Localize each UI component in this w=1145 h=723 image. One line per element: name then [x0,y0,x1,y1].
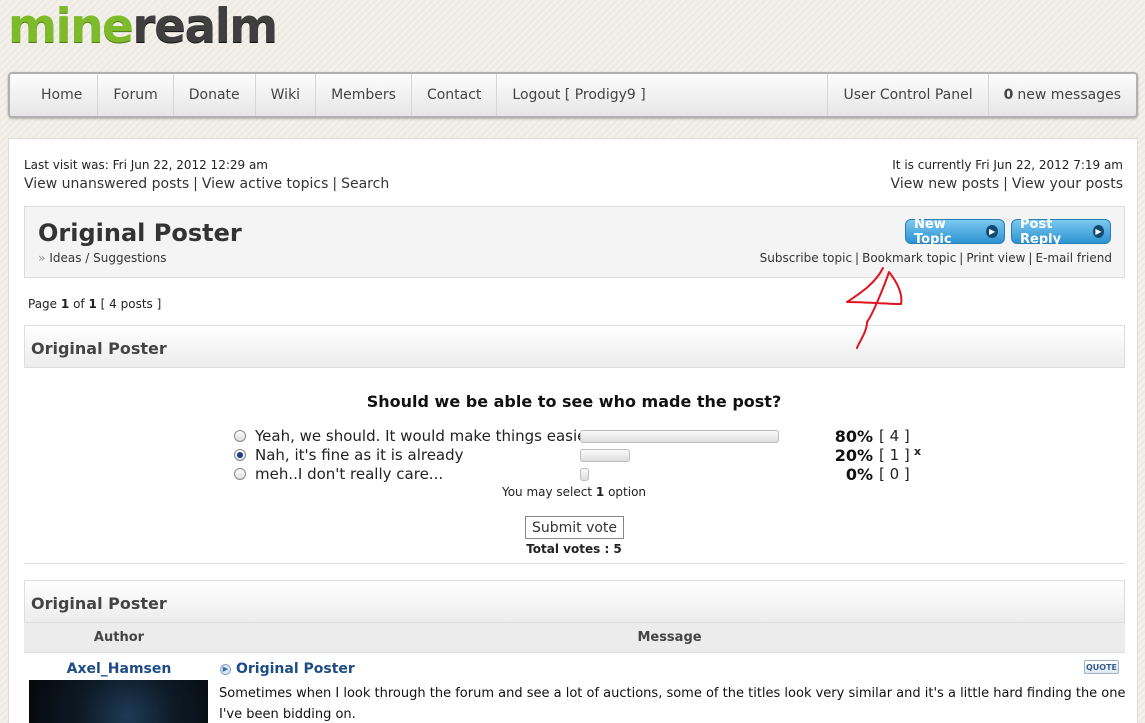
nav-contact[interactable]: Contact [412,74,498,116]
author-column-header: Author [93,630,145,645]
poll-option-1-radio[interactable] [234,430,246,442]
posts-section-header: Original Poster [24,580,1125,623]
breadcrumb: » Ideas / Suggestions [38,251,167,265]
select-hint-suffix: option [608,485,647,499]
post-author-name[interactable]: Axel_Hamsen [24,661,214,677]
view-new-posts-link[interactable]: View new posts [891,176,1000,192]
quick-links-left: View unanswered posts | View active topics… [24,176,390,192]
arrow-right-icon: ▶ [1092,225,1104,238]
nav-forum[interactable]: Forum [98,74,174,116]
last-visit-text: Last visit was: Fri Jun 22, 2012 12:29 a… [24,158,268,172]
new-topic-button[interactable]: New Topic ▶ [905,216,1005,247]
select-hint-count: 1 [595,485,605,499]
nav-wiki[interactable]: Wiki [256,74,317,116]
posts-table-header: Author Message [24,623,1125,653]
page-of: of [73,297,85,311]
post-body: Sometimes when I look through the forum … [219,686,1126,722]
poll-option-3-percent: 0% [845,465,873,484]
avatar [29,680,208,723]
breadcrumb-forum-link[interactable]: Ideas / Suggestions [49,251,166,265]
view-your-posts-link[interactable]: View your posts [1012,176,1123,192]
poll-select-hint: You may select 1 option [9,485,1139,499]
breadcrumb-separator-icon: » [38,251,46,265]
nav-user-control-panel[interactable]: User Control Panel [827,74,987,116]
post-title[interactable]: ▶ Original Poster [220,661,355,677]
post-icon: ▶ [220,663,231,675]
subscribe-topic-link[interactable]: Subscribe topic [760,251,852,265]
print-view-link[interactable]: Print view [966,251,1025,265]
poll-question: Should we be able to see who made the po… [366,392,782,411]
posts-section-title: Original Poster [31,594,167,613]
poll-option-2-bar [580,449,630,462]
poll-option-3-label: meh..I don't really care... [255,465,444,483]
logo-realm-text: realm [132,0,278,54]
nav-donate[interactable]: Donate [174,74,256,116]
submit-vote-button[interactable]: Submit vote [525,516,624,539]
nav-logout[interactable]: Logout [ Prodigy9 ] [497,74,660,116]
poll-option-1: Yeah, we should. It would make things ea… [234,427,934,446]
poll-option-2: Nah, it's fine as it is already 20% [ 1 … [234,445,934,465]
main-navbar: Home Forum Donate Wiki Members Contact L… [8,72,1138,118]
nav-members[interactable]: Members [316,74,412,116]
post-reply-button[interactable]: Post Reply ▶ [1011,216,1111,247]
main-panel: Last visit was: Fri Jun 22, 2012 12:29 a… [8,138,1138,723]
poll-option-2-count: [ 1 ] [879,446,910,464]
total-votes: Total votes : 5 [526,542,622,556]
nav-left-group: Home Forum Donate Wiki Members Contact L… [10,74,661,116]
quick-links-right: View new posts | View your posts [890,176,1123,192]
poll-section-header: Original Poster [24,325,1125,368]
poll-option-1-bar [580,430,779,443]
page-current: 1 [60,297,70,311]
quote-button[interactable]: QUOTE [1084,660,1119,674]
search-link[interactable]: Search [341,176,389,192]
voted-marker-icon: x [914,445,922,458]
divider [24,563,1125,564]
page-total: 1 [88,297,97,311]
poll-option-1-label: Yeah, we should. It would make things ea… [255,427,593,445]
poll-option-2-label: Nah, it's fine as it is already [255,446,464,464]
post-reply-label: Post Reply [1020,216,1062,247]
view-unanswered-link[interactable]: View unanswered posts [24,176,189,192]
poll-option-3-count: [ 0 ] [879,465,910,483]
nav-home[interactable]: Home [10,74,99,116]
topic-title[interactable]: Original Poster [38,219,242,247]
current-time-text: It is currently Fri Jun 22, 2012 7:19 am [892,158,1123,172]
poll-option-1-count: [ 4 ] [879,427,910,445]
messages-label: new messages [1017,87,1121,103]
view-active-link[interactable]: View active topics [202,176,329,192]
hand-drawn-arrow-annotation [846,267,903,349]
nav-new-messages[interactable]: 0 new messages [987,74,1136,116]
topic-actions: Subscribe topic | Bookmark topic | Print vie… [759,251,1112,265]
post-count: [ 4 posts ] [100,297,162,311]
logo-mine-text: mine [8,0,134,54]
nav-right-group: User Control Panel 0 new messages [827,74,1136,116]
page-prefix: Page [28,297,58,311]
poll-option-3: meh..I don't really care... 0% [ 0 ] [234,465,934,484]
topic-header: Original Poster » Ideas / Suggestions New… [24,206,1125,278]
poll-option-3-bar [580,468,589,481]
bookmark-topic-link[interactable]: Bookmark topic [862,251,956,265]
poll-section-title: Original Poster [31,339,167,358]
poll-option-2-radio[interactable] [234,449,246,461]
pagination-info: Page 1 of 1 [ 4 posts ] [28,297,161,311]
poll-option-1-percent: 80% [834,427,873,446]
email-friend-link[interactable]: E-mail friend [1035,251,1112,265]
poll-option-2-percent: 20% [834,446,873,465]
new-topic-label: New Topic [914,216,952,247]
select-hint-prefix: You may select [501,485,593,499]
messages-count: 0 [1003,87,1014,103]
site-logo[interactable]: minerealm [8,0,278,54]
arrow-right-icon: ▶ [986,225,998,238]
poll-option-3-radio[interactable] [234,468,246,480]
message-column-header: Message [637,630,702,645]
post-title-text: Original Poster [236,661,355,677]
